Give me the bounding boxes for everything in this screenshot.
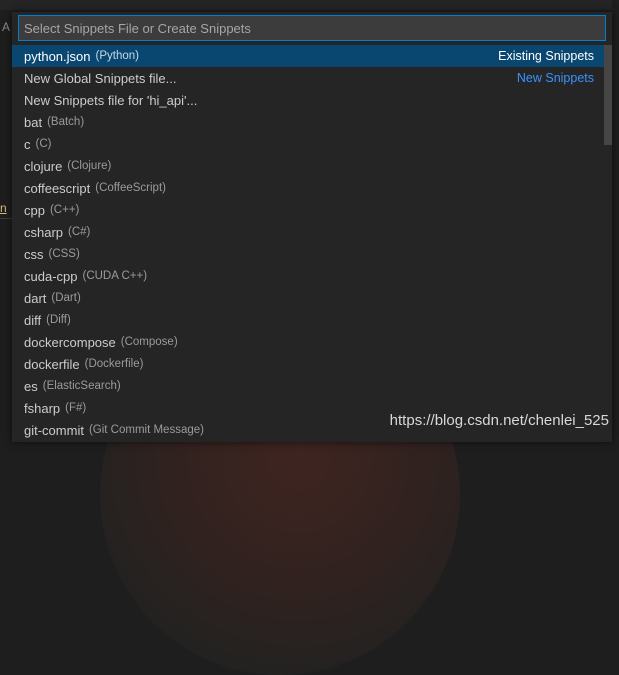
quick-pick-item[interactable]: dart (Dart)	[12, 287, 604, 309]
quick-pick-item[interactable]: cpp (C++)	[12, 199, 604, 221]
quick-pick-item-label: cpp	[24, 202, 45, 218]
quick-pick-item-label: es	[24, 378, 38, 394]
quick-pick-item[interactable]: css (CSS)	[12, 243, 604, 265]
editor-divider	[0, 218, 12, 219]
quick-pick-item-description: (CUDA C++)	[82, 270, 148, 282]
quick-pick-item-description: (C#)	[68, 226, 91, 238]
quick-pick-item-label: New Snippets file for 'hi_api'...	[24, 92, 198, 108]
quick-pick-scrollbar[interactable]	[604, 45, 612, 442]
quick-pick-item[interactable]: cuda-cpp (CUDA C++)	[12, 265, 604, 287]
quick-pick-item[interactable]: bat (Batch)	[12, 111, 604, 133]
quick-pick-item-description: (Batch)	[47, 116, 85, 128]
quick-pick-item-label: clojure	[24, 158, 63, 174]
quick-pick-item[interactable]: clojure (Clojure)	[12, 155, 604, 177]
editor-link-fragment[interactable]: n	[0, 201, 7, 215]
watermark-text: https://blog.csdn.net/chenlei_525	[389, 412, 609, 429]
quick-pick-item-label: New Global Snippets file...	[24, 70, 177, 86]
quick-pick-item-description: (Compose)	[120, 336, 178, 348]
quick-pick-item-label: csharp	[24, 224, 64, 240]
editor-tab-strip	[0, 0, 619, 10]
scrollbar-thumb[interactable]	[604, 45, 612, 145]
quick-pick-item[interactable]: python.json (Python) Existing Snippets	[12, 45, 604, 67]
quick-pick-item-label: diff	[24, 312, 42, 328]
quick-pick-item-description: (Dockerfile)	[84, 358, 144, 370]
quick-pick-item[interactable]: es (ElasticSearch)	[12, 375, 604, 397]
snippets-quick-pick: python.json (Python) Existing Snippets New …	[12, 12, 612, 442]
new-snippets-link[interactable]: New Snippets	[517, 71, 594, 85]
quick-pick-item[interactable]: csharp (C#)	[12, 221, 604, 243]
quick-pick-item-description: (Git Commit Message)	[88, 424, 204, 436]
quick-pick-item-description: (C)	[35, 138, 52, 150]
quick-pick-item[interactable]: diff (Diff)	[12, 309, 604, 331]
quick-pick-list: python.json (Python) Existing Snippets New …	[12, 45, 604, 441]
quick-pick-item-description: (ElasticSearch)	[42, 380, 121, 392]
quick-pick-item-description: (Diff)	[46, 314, 71, 326]
quick-pick-item-label: fsharp	[24, 400, 61, 416]
quick-pick-item-description: (Python)	[95, 50, 139, 62]
quick-pick-item-description: (Dart)	[51, 292, 81, 304]
existing-snippets-label: Existing Snippets	[498, 49, 594, 63]
quick-pick-item[interactable]: New Global Snippets file... New Snippets	[12, 67, 604, 89]
quick-pick-item-label: cuda-cpp	[24, 268, 78, 284]
quick-pick-item[interactable]: New Snippets file for 'hi_api'...	[12, 89, 604, 111]
quick-pick-item-description: (C++)	[49, 204, 80, 216]
quick-pick-item-label: c	[24, 136, 31, 152]
quick-pick-item-label: coffeescript	[24, 180, 91, 196]
editor-text-fragment: A	[2, 20, 11, 34]
quick-pick-item-label: dockercompose	[24, 334, 116, 350]
quick-pick-item-label: dockerfile	[24, 356, 80, 372]
quick-pick-item[interactable]: c (C)	[12, 133, 604, 155]
quick-pick-item-label: css	[24, 246, 44, 262]
editor-gutter	[0, 10, 12, 442]
quick-pick-item-label: python.json	[24, 48, 91, 64]
quick-pick-item-description: (Clojure)	[67, 160, 112, 172]
editor-right-edge	[612, 0, 619, 442]
quick-pick-item-label: bat	[24, 114, 43, 130]
quick-pick-item-description: (F#)	[65, 402, 87, 414]
quick-pick-item-label: dart	[24, 290, 47, 306]
quick-pick-item[interactable]: dockerfile (Dockerfile)	[12, 353, 604, 375]
quick-pick-item[interactable]: dockercompose (Compose)	[12, 331, 604, 353]
quick-pick-item[interactable]: coffeescript (CoffeeScript)	[12, 177, 604, 199]
quick-pick-item-description: (CoffeeScript)	[95, 182, 166, 194]
quick-pick-item-description: (CSS)	[48, 248, 80, 260]
quick-pick-input-box	[18, 15, 606, 41]
quick-pick-item-label: git-commit	[24, 422, 84, 438]
quick-pick-search-input[interactable]	[19, 20, 605, 36]
